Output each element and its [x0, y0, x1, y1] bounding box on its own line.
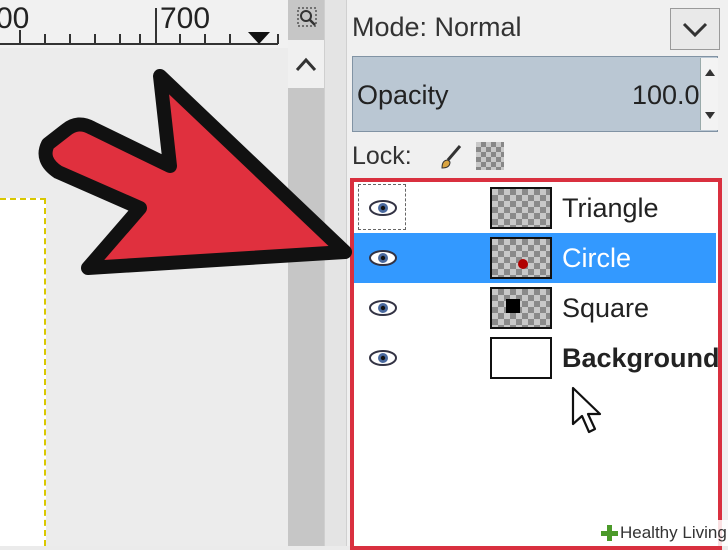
layer-thumbnail[interactable]: [490, 287, 552, 329]
mode-label: Mode: Normal: [352, 12, 522, 42]
watermark-text: Healthy Living: [620, 523, 727, 542]
mode-dropdown-button[interactable]: [670, 8, 720, 50]
opacity-value: 100.0: [632, 80, 700, 110]
layer-thumbnail[interactable]: [490, 337, 552, 379]
opacity-label: Opacity: [357, 80, 449, 110]
red-dot-icon: [518, 259, 528, 269]
stepper-down-icon: [705, 112, 715, 119]
layer-row-background[interactable]: Background: [354, 333, 720, 383]
layer-thumbnail[interactable]: [490, 187, 552, 229]
lock-label: Lock:: [352, 142, 412, 170]
mouse-pointer-icon: [571, 386, 602, 434]
eye-visibility-icon[interactable]: [368, 246, 398, 270]
lock-pixels-brush-icon[interactable]: [436, 142, 466, 172]
layer-name[interactable]: Square: [562, 293, 649, 324]
chevron-down-icon: [682, 22, 708, 38]
layer-name[interactable]: Circle: [562, 243, 631, 274]
layer-row-square[interactable]: Square: [354, 283, 716, 333]
layer-name[interactable]: Background: [562, 343, 720, 374]
red-arrow-annotation-icon: [38, 69, 352, 275]
layer-thumbnail[interactable]: [490, 237, 552, 279]
layer-name[interactable]: Triangle: [562, 193, 659, 224]
layer-row-circle[interactable]: Circle: [354, 233, 716, 283]
lock-alpha-checker-icon[interactable]: [476, 142, 504, 170]
stepper-up-icon: [705, 69, 715, 76]
eye-visibility-icon[interactable]: [368, 346, 398, 370]
opacity-stepper[interactable]: [700, 58, 718, 130]
black-square-icon: [506, 299, 520, 313]
eye-visibility-icon[interactable]: [368, 196, 398, 220]
healthy-living-logo-icon: [601, 525, 618, 541]
layer-row-triangle[interactable]: Triangle: [354, 183, 716, 233]
eye-visibility-icon[interactable]: [368, 296, 398, 320]
